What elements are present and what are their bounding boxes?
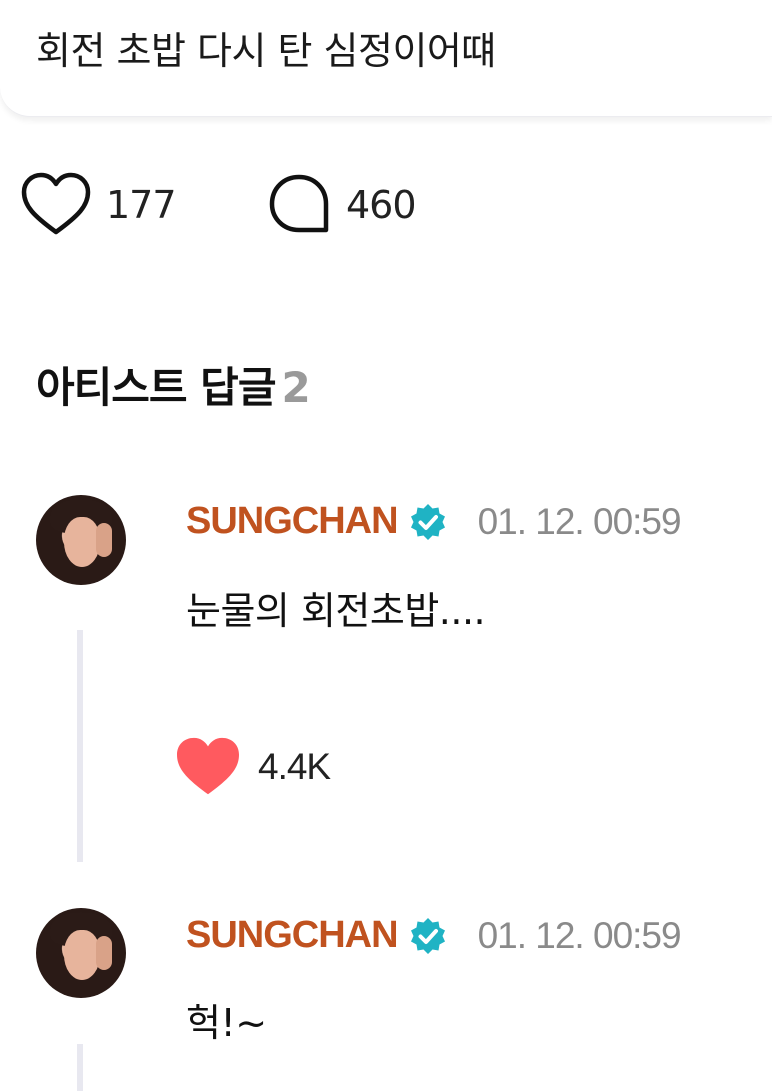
post-text: 회전 초밥 다시 탄 심정이어떄 <box>36 29 496 73</box>
thread-line <box>77 630 83 862</box>
like-count: 177 <box>106 183 177 227</box>
avatar[interactable] <box>36 908 126 998</box>
like-button[interactable]: 177 <box>20 160 177 250</box>
author-name[interactable]: SUNGCHAN <box>186 500 399 543</box>
comment-count: 460 <box>346 183 417 227</box>
reply-text: 눈물의 회전초밥.... <box>186 589 486 633</box>
artist-replies-count: 2 <box>281 363 310 412</box>
speech-bubble-icon <box>269 174 329 233</box>
avatar[interactable] <box>36 495 126 585</box>
artist-replies-label: 아티스트 답글 <box>36 363 276 412</box>
reply-like-button[interactable]: 4.4K <box>174 736 331 798</box>
reply-like-count: 4.4K <box>258 746 331 787</box>
heart-outline-icon <box>21 172 91 235</box>
reply-timestamp: 01. 12. 00:59 <box>477 914 682 956</box>
comment-button[interactable]: 460 <box>266 160 417 250</box>
post-action-bar: 177 460 <box>0 160 772 250</box>
heart-filled-icon <box>177 737 239 795</box>
reply-timestamp: 01. 12. 00:59 <box>477 500 682 542</box>
reply-header: SUNGCHAN 01. 12. 00:59 <box>186 500 682 543</box>
post-card: 회전 초밥 다시 탄 심정이어떄 <box>0 0 772 117</box>
artist-replies-title: 아티스트 답글 2 <box>36 354 311 415</box>
verified-badge-icon <box>410 917 445 954</box>
reply-text: 헉!~ <box>186 1001 267 1045</box>
author-name[interactable]: SUNGCHAN <box>186 914 399 957</box>
verified-badge-icon <box>410 503 445 540</box>
reply-header: SUNGCHAN 01. 12. 00:59 <box>186 914 682 957</box>
thread-line <box>77 1044 83 1091</box>
